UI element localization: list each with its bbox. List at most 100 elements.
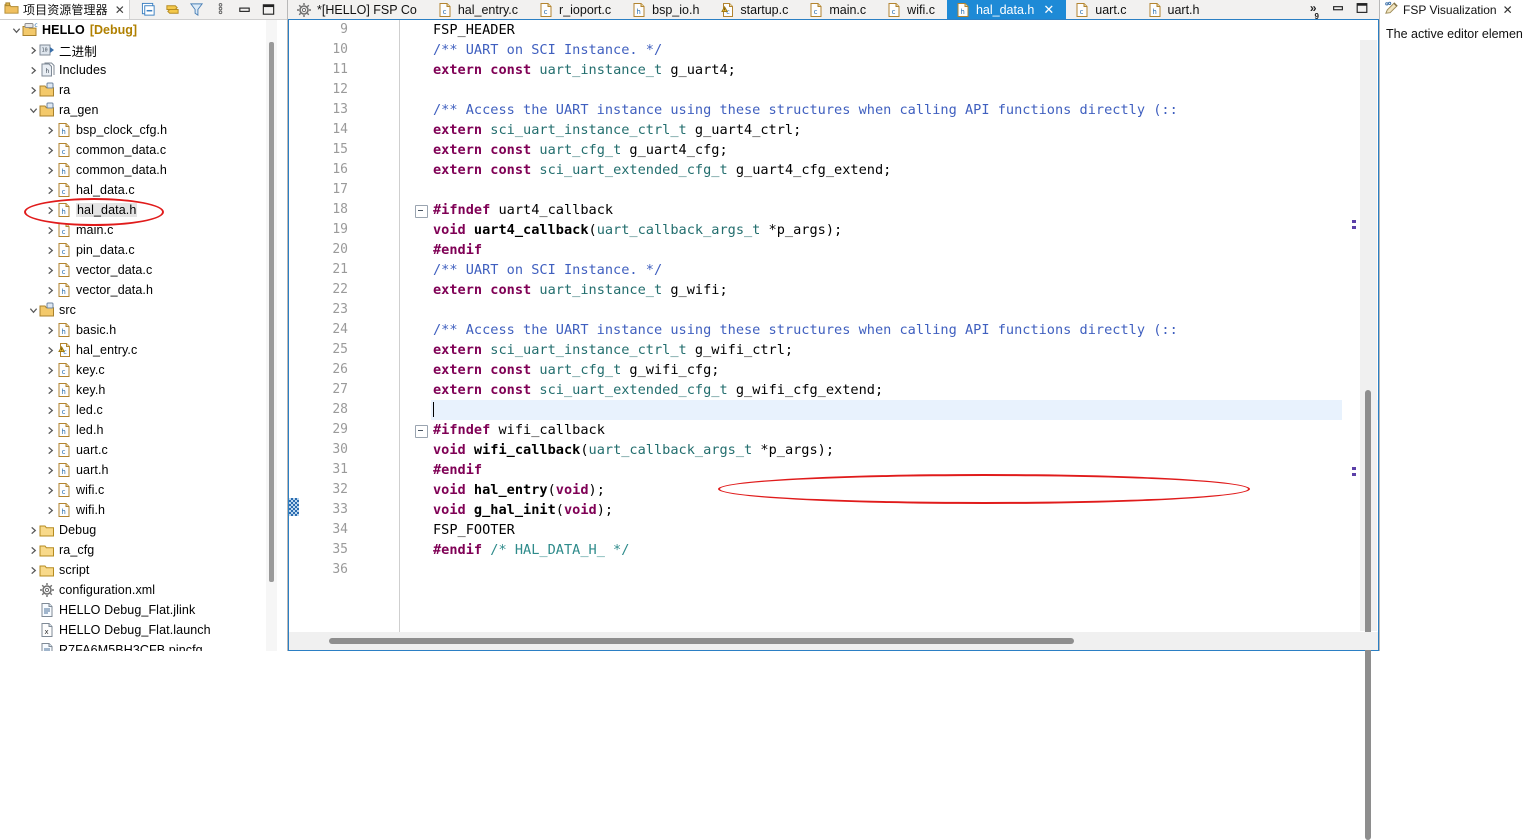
tree-item-bsp-clock-cfg-h[interactable]: h bsp_clock_cfg.h bbox=[0, 120, 266, 140]
code-line[interactable]: /** Access the UART instance using these… bbox=[431, 100, 1378, 120]
tree-item-main-c[interactable]: c main.c bbox=[0, 220, 266, 240]
chevron-right-icon[interactable] bbox=[44, 140, 56, 160]
code-line[interactable]: extern const uart_cfg_t g_wifi_cfg; bbox=[431, 360, 1378, 380]
tree-item-pin-data-c[interactable]: c pin_data.c bbox=[0, 240, 266, 260]
collapse-all-icon[interactable] bbox=[141, 2, 156, 17]
code-line[interactable]: #endif bbox=[431, 460, 1378, 480]
tab-overflow-chevron[interactable]: »9 bbox=[1310, 1, 1321, 19]
chevron-right-icon[interactable] bbox=[44, 400, 56, 420]
chevron-right-icon[interactable] bbox=[44, 360, 56, 380]
chevron-right-icon[interactable] bbox=[44, 500, 56, 520]
editor-tabbar[interactable]: *[HELLO] FSP Co c hal_entry.c c r_ioport.c h b… bbox=[288, 0, 1379, 19]
chevron-right-icon[interactable] bbox=[27, 60, 39, 80]
code-line[interactable]: FSP_HEADER bbox=[431, 20, 1378, 40]
tree-item-common-data-h[interactable]: h common_data.h bbox=[0, 160, 266, 180]
overview-marker-4[interactable] bbox=[1352, 473, 1356, 476]
chevron-right-icon[interactable] bbox=[44, 280, 56, 300]
tree-item-ra-cfg[interactable]: ra_cfg bbox=[0, 540, 266, 560]
fold-collapse-icon[interactable] bbox=[415, 425, 428, 438]
tree-item-uart-c[interactable]: c uart.c bbox=[0, 440, 266, 460]
chevron-right-icon[interactable] bbox=[44, 220, 56, 240]
tree-item-hal-data-c[interactable]: c hal_data.c bbox=[0, 180, 266, 200]
code-line[interactable]: #endif /* HAL_DATA_H_ */ bbox=[431, 540, 1378, 560]
tree-item-common-data-c[interactable]: c common_data.c bbox=[0, 140, 266, 160]
chevron-right-icon[interactable] bbox=[44, 260, 56, 280]
chevron-down-icon[interactable] bbox=[10, 20, 22, 40]
tree-item-src[interactable]: src bbox=[0, 300, 266, 320]
editor-tab-uart-h[interactable]: h uart.h bbox=[1138, 0, 1212, 19]
chevron-right-icon[interactable] bbox=[44, 180, 56, 200]
close-icon[interactable]: ✕ bbox=[115, 3, 125, 17]
editor-tab-wifi-c[interactable]: c wifi.c bbox=[878, 0, 947, 19]
fold-collapse-icon[interactable] bbox=[415, 205, 428, 218]
code-line[interactable]: void wifi_callback(uart_callback_args_t … bbox=[431, 440, 1378, 460]
code-line[interactable]: extern const sci_uart_extended_cfg_t g_u… bbox=[431, 160, 1378, 180]
editor-tab--hello-fsp-co[interactable]: *[HELLO] FSP Co bbox=[288, 0, 429, 19]
explorer-scrollbar-thumb[interactable] bbox=[269, 42, 274, 582]
code-line[interactable]: void uart4_callback(uart_callback_args_t… bbox=[431, 220, 1378, 240]
close-icon[interactable]: ✕ bbox=[1043, 2, 1054, 18]
maximize-icon[interactable] bbox=[1355, 1, 1369, 18]
minimize-icon[interactable] bbox=[237, 2, 252, 17]
view-menu-icon[interactable] bbox=[213, 2, 228, 17]
tree-item-hello-debug-flat-launch[interactable]: x HELLO Debug_Flat.launch bbox=[0, 620, 266, 640]
editor-vertical-scrollbar[interactable] bbox=[1360, 40, 1377, 840]
code-line[interactable] bbox=[431, 180, 1378, 200]
code-line[interactable]: extern const uart_instance_t g_wifi; bbox=[431, 280, 1378, 300]
tree-item-vector-data-c[interactable]: c vector_data.c bbox=[0, 260, 266, 280]
code-line[interactable] bbox=[431, 400, 1378, 420]
code-viewport[interactable]: 9 10 11 12 13 14 15 16 17 18 19 20 21 22 23 24 25 26 27 28 2… bbox=[289, 20, 1378, 632]
chevron-down-icon[interactable] bbox=[27, 100, 39, 120]
code-line[interactable]: extern const uart_cfg_t g_uart4_cfg; bbox=[431, 140, 1378, 160]
editor-gutter[interactable] bbox=[289, 20, 303, 632]
editor-tab-r-ioport-c[interactable]: c r_ioport.c bbox=[530, 0, 624, 19]
tree-item-debug[interactable]: Debug bbox=[0, 520, 266, 540]
overview-marker-3[interactable] bbox=[1352, 467, 1356, 470]
code-line[interactable]: extern sci_uart_instance_ctrl_t g_wifi_c… bbox=[431, 340, 1378, 360]
tree-item-key-h[interactable]: h key.h bbox=[0, 380, 266, 400]
code-line[interactable]: extern sci_uart_instance_ctrl_t g_uart4_… bbox=[431, 120, 1378, 140]
folding-ruler[interactable] bbox=[415, 20, 431, 632]
chevron-right-icon[interactable] bbox=[44, 420, 56, 440]
editor-tab-bsp-io-h[interactable]: h bsp_io.h bbox=[623, 0, 712, 19]
tab-project-explorer[interactable]: 项目资源管理器 ✕ bbox=[0, 0, 130, 19]
chevron-right-icon[interactable] bbox=[44, 320, 56, 340]
tree-item-wifi-c[interactable]: c wifi.c bbox=[0, 480, 266, 500]
editor-tab-hal-data-h[interactable]: h hal_data.h ✕ bbox=[946, 0, 1067, 19]
tree-item-script[interactable]: script bbox=[0, 560, 266, 580]
tree-item-hello[interactable]: c HELLO [Debug] bbox=[0, 20, 266, 40]
tree-item-key-c[interactable]: c key.c bbox=[0, 360, 266, 380]
code-line[interactable]: extern const uart_instance_t g_uart4; bbox=[431, 60, 1378, 80]
code-line[interactable]: /** UART on SCI Instance. */ bbox=[431, 40, 1378, 60]
code-line[interactable] bbox=[431, 560, 1378, 580]
overview-marker-2[interactable] bbox=[1352, 226, 1356, 229]
code-line[interactable]: #endif bbox=[431, 240, 1378, 260]
chevron-right-icon[interactable] bbox=[27, 560, 39, 580]
filter-icon[interactable] bbox=[189, 2, 204, 17]
tree-item-led-h[interactable]: h led.h bbox=[0, 420, 266, 440]
chevron-right-icon[interactable] bbox=[44, 460, 56, 480]
chevron-right-icon[interactable] bbox=[27, 80, 39, 100]
code-line[interactable]: void g_hal_init(void); bbox=[431, 500, 1378, 520]
code-line[interactable]: #ifndef uart4_callback bbox=[431, 200, 1378, 220]
restore-icon[interactable] bbox=[1331, 1, 1345, 18]
tree-item-basic-h[interactable]: h basic.h bbox=[0, 320, 266, 340]
chevron-right-icon[interactable] bbox=[44, 480, 56, 500]
chevron-right-icon[interactable] bbox=[27, 40, 39, 60]
code-line[interactable]: FSP_FOOTER bbox=[431, 520, 1378, 540]
overview-marker-1[interactable] bbox=[1352, 220, 1356, 223]
explorer-scrollbar[interactable] bbox=[266, 20, 277, 651]
tree-item-hello-debug-flat-jlink[interactable]: HELLO Debug_Flat.jlink bbox=[0, 600, 266, 620]
editor-tab-uart-c[interactable]: c uart.c bbox=[1066, 0, 1139, 19]
tree-item-wifi-h[interactable]: h wifi.h bbox=[0, 500, 266, 520]
tree-item--[interactable]: 10 二进制 bbox=[0, 40, 266, 60]
tree-item-vector-data-h[interactable]: h vector_data.h bbox=[0, 280, 266, 300]
chevron-right-icon[interactable] bbox=[44, 240, 56, 260]
chevron-right-icon[interactable] bbox=[44, 120, 56, 140]
chevron-right-icon[interactable] bbox=[44, 160, 56, 180]
tree-item-configuration-xml[interactable]: configuration.xml bbox=[0, 580, 266, 600]
maximize-icon[interactable] bbox=[261, 2, 276, 17]
editor-tab-hal-entry-c[interactable]: c hal_entry.c bbox=[428, 0, 531, 19]
project-tree[interactable]: c HELLO [Debug] 10 二进制 h Includes ra ra_gen h bsp_… bbox=[0, 20, 266, 651]
code-line[interactable] bbox=[431, 80, 1378, 100]
